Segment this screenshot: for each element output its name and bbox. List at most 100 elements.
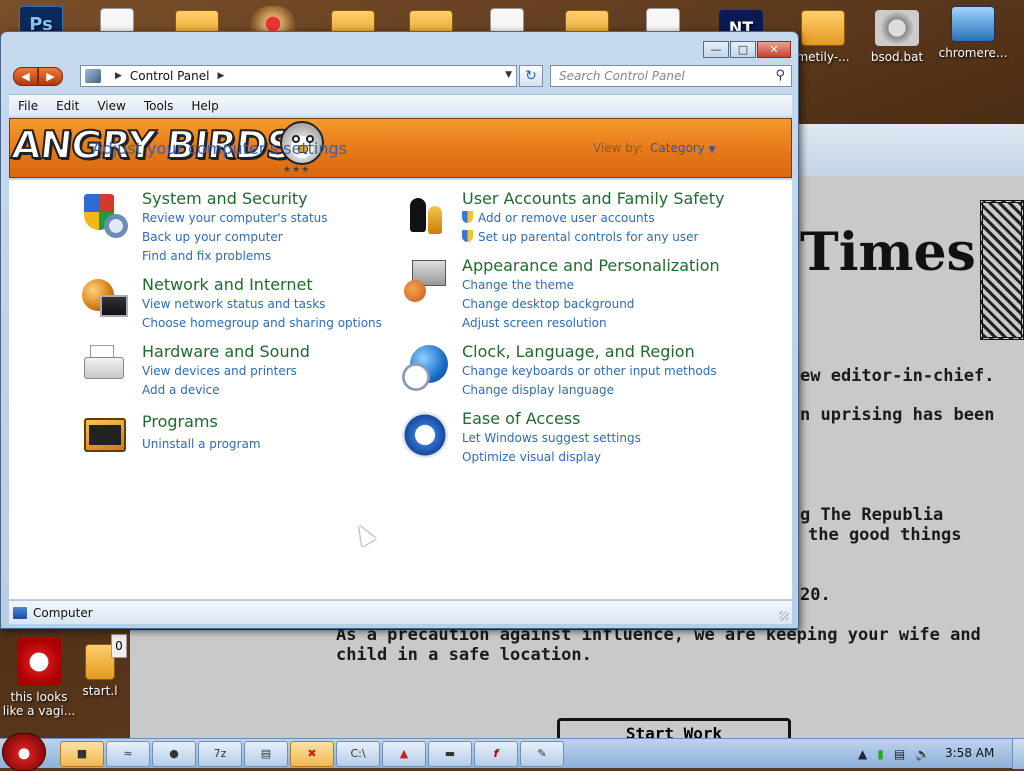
category-title-appearance[interactable]: Appearance and Personalization [462, 256, 720, 275]
desktop-icon-bsod[interactable]: bsod.bat [860, 10, 934, 64]
control-panel-icon [85, 69, 101, 83]
newspaper-line: 20. [800, 585, 831, 605]
back-button[interactable]: ◀ [13, 67, 38, 86]
menu-help[interactable]: Help [182, 99, 227, 113]
newspaper-line: the good things [808, 525, 962, 545]
link-desktop-background[interactable]: Change desktop background [462, 297, 634, 311]
network-taskbar-button[interactable]: ● [152, 741, 196, 767]
link-add-remove-users[interactable]: Add or remove user accounts [462, 211, 655, 225]
category-title-system-security[interactable]: System and Security [142, 189, 308, 208]
link-change-theme[interactable]: Change the theme [462, 278, 574, 292]
page-title: Adjust your computer's settings [92, 139, 347, 158]
ease-of-access-icon[interactable] [402, 412, 448, 458]
link-text: Add or remove user accounts [478, 211, 655, 225]
category-title-user-accounts[interactable]: User Accounts and Family Safety [462, 189, 725, 208]
address-bar[interactable]: ▶ Control Panel ▶ ▼ [80, 65, 517, 87]
hardware-icon[interactable] [82, 343, 128, 389]
category-title-ease[interactable]: Ease of Access [462, 409, 580, 428]
sevenzip-taskbar-button[interactable]: 7z [198, 741, 242, 767]
category-title-clock[interactable]: Clock, Language, and Region [462, 342, 695, 361]
folder-icon [801, 10, 845, 46]
republia-window-titlebar[interactable] [797, 124, 1024, 176]
battery-icon[interactable]: ▮ [877, 747, 884, 761]
breadcrumb-separator-icon[interactable]: ▶ [218, 71, 225, 81]
link-display-language[interactable]: Change display language [462, 383, 614, 397]
paint-taskbar-button[interactable]: ✎ [520, 741, 564, 767]
app-icon: ▲ [399, 747, 409, 760]
network-icon[interactable] [82, 277, 128, 323]
newspaper-line: n uprising has been [800, 405, 995, 425]
close-button[interactable]: ✕ [757, 41, 791, 58]
flash-taskbar-button[interactable]: f [474, 741, 518, 767]
link-uninstall[interactable]: Uninstall a program [142, 437, 261, 451]
link-suggest-settings[interactable]: Let Windows suggest settings [462, 431, 641, 445]
appearance-icon[interactable] [402, 258, 448, 304]
uac-shield-icon [462, 211, 473, 223]
folder-icon: ■ [76, 747, 88, 760]
breadcrumb-separator-icon[interactable]: ▶ [115, 71, 122, 81]
link-review-status[interactable]: Review your computer's status [142, 211, 328, 225]
start-button[interactable] [2, 733, 46, 771]
status-bar: Computer [9, 600, 792, 624]
desktop-icon-chromere[interactable]: chromere... [936, 6, 1010, 60]
desktop-icon-opera[interactable]: this looks like a vagi... [2, 638, 76, 718]
programs-icon[interactable] [82, 414, 128, 460]
forward-button[interactable]: ▶ [38, 67, 63, 86]
security-icon[interactable] [82, 192, 128, 238]
gauge-icon [104, 214, 128, 238]
minimize-button[interactable]: — [703, 41, 729, 58]
link-devices-printers[interactable]: View devices and printers [142, 364, 297, 378]
menu-file[interactable]: File [9, 99, 47, 113]
link-find-fix[interactable]: Find and fix problems [142, 249, 271, 263]
menu-view[interactable]: View [88, 99, 134, 113]
link-keyboards[interactable]: Change keyboards or other input methods [462, 364, 717, 378]
newspaper-line: ew editor-in-chief. [800, 366, 995, 386]
maximize-button[interactable]: □ [730, 41, 756, 58]
app-taskbar-button[interactable]: ▲ [382, 741, 426, 767]
control-panel-window[interactable]: — □ ✕ ◀ ▶ ▶ Control Panel ▶ ▼ ↻ Search C… [0, 31, 799, 629]
computer-icon [13, 606, 27, 619]
uac-shield-icon [462, 230, 473, 242]
category-title-network[interactable]: Network and Internet [142, 275, 313, 294]
address-dropdown-icon[interactable]: ▼ [505, 70, 512, 80]
clock-icon [402, 363, 430, 391]
user-accounts-icon[interactable] [402, 192, 448, 238]
refresh-button[interactable]: ↻ [519, 65, 543, 87]
cmd-taskbar-button[interactable]: C:\ [336, 741, 380, 767]
volume-icon[interactable]: 🔈 [915, 747, 930, 761]
breadcrumb-control-panel[interactable]: Control Panel [130, 69, 210, 83]
clock-region-icon[interactable] [402, 345, 448, 391]
link-network-status[interactable]: View network status and tasks [142, 297, 325, 311]
close-app-taskbar-button[interactable]: ✖ [290, 741, 334, 767]
network-tray-icon[interactable]: ▤ [894, 747, 905, 761]
task-manager-taskbar-button[interactable]: ≈ [106, 741, 150, 767]
printer-icon [84, 357, 124, 379]
menu-tools[interactable]: Tools [135, 99, 183, 113]
search-input[interactable]: Search Control Panel ⚲ [550, 65, 792, 87]
sevenzip-label: 7z [213, 747, 227, 760]
link-add-device[interactable]: Add a device [142, 383, 220, 397]
view-by-dropdown[interactable]: Category ▼ [650, 141, 716, 155]
link-homegroup[interactable]: Choose homegroup and sharing options [142, 316, 382, 330]
show-desktop-button[interactable] [1012, 739, 1024, 769]
category-title-programs[interactable]: Programs [142, 412, 218, 431]
menu-edit[interactable]: Edit [47, 99, 88, 113]
angry-birds-banner: ANGRY BIRDS ★★★ Adjust your computer's s… [9, 118, 792, 178]
taskbar-clock[interactable]: 3:58 AM [945, 746, 994, 760]
explorer-taskbar-button[interactable]: ■ [60, 741, 104, 767]
category-title-hardware[interactable]: Hardware and Sound [142, 342, 310, 361]
resize-grip-icon[interactable] [779, 611, 789, 621]
link-back-up[interactable]: Back up your computer [142, 230, 283, 244]
search-icon[interactable]: ⚲ [775, 68, 785, 83]
drive-taskbar-button[interactable]: ▬ [428, 741, 472, 767]
desktop-icon-label: this looks like a vagi... [2, 690, 76, 718]
show-hidden-icons-icon[interactable]: ▲ [858, 747, 867, 761]
link-optimize-display[interactable]: Optimize visual display [462, 450, 601, 464]
small-value-box: 0 [111, 634, 127, 658]
user-icon [428, 206, 442, 234]
link-screen-resolution[interactable]: Adjust screen resolution [462, 316, 607, 330]
view-by-label: View by: [593, 141, 644, 155]
search-placeholder: Search Control Panel [559, 69, 685, 83]
notepad-taskbar-button[interactable]: ▤ [244, 741, 288, 767]
link-parental-controls[interactable]: Set up parental controls for any user [462, 230, 698, 244]
